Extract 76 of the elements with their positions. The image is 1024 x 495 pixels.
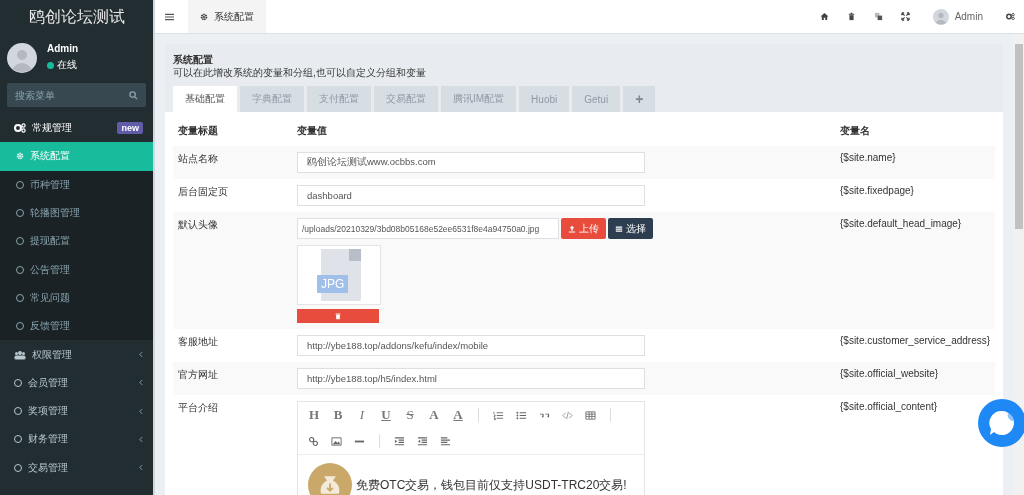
trash-icon[interactable] xyxy=(846,12,856,21)
field-label: 后台固定页 xyxy=(177,185,229,199)
field-label: 客服地址 xyxy=(177,335,219,349)
chevron-left-icon xyxy=(139,351,143,358)
menu-item[interactable]: 币种管理 xyxy=(0,170,153,199)
input-field[interactable]: /uploads/20210329/3bd08b05168e52ee6531f8e4a94750a0.jpg xyxy=(297,218,559,239)
menu-item[interactable]: 轮播图管理 xyxy=(0,198,153,228)
choose-button[interactable]: 选择 xyxy=(608,218,653,239)
upload-button[interactable]: 上传 xyxy=(561,218,606,239)
field-label: 站点名称 xyxy=(177,152,219,166)
menu-item[interactable]: 常见问题 xyxy=(0,283,153,313)
user-status: 在线 xyxy=(57,58,77,72)
format-button[interactable]: A xyxy=(424,407,444,423)
variable-name: {$site.official_website} xyxy=(840,368,940,379)
trash-icon xyxy=(334,312,342,320)
field-label: 默认头像 xyxy=(177,218,219,232)
gears-icon xyxy=(14,123,26,134)
column-header: 变量名 xyxy=(840,123,870,138)
fullscreen-icon[interactable] xyxy=(900,12,910,21)
panel-description: 可以在此增改系统的变量和分组,也可以自定义分组和变量 xyxy=(173,66,427,79)
editor-text: 免费OTC交易，钱包目前仅支持USDT-TRC20交易! xyxy=(356,476,627,494)
menu-item[interactable]: 公告管理 xyxy=(0,255,153,284)
format-button[interactable]: B xyxy=(328,407,348,423)
page-tab[interactable]: 系统配置 xyxy=(188,0,266,33)
format-button[interactable]: A xyxy=(448,407,468,423)
list-icon xyxy=(615,224,623,233)
scrollbar[interactable] xyxy=(1013,34,1024,495)
new-badge: new xyxy=(117,122,143,135)
chevron-left-icon xyxy=(139,435,143,443)
chevron-left-icon xyxy=(139,379,143,387)
menu-icon[interactable] xyxy=(165,12,174,21)
input-field[interactable]: http://ybe188.top/addons/kefu/index/mobile xyxy=(297,335,645,356)
menu-item[interactable]: 反馈管理 xyxy=(0,312,153,341)
jpg-file-icon: JPG xyxy=(317,249,361,301)
users-icon xyxy=(14,349,26,360)
variable-name: {$site.fixedpage} xyxy=(840,185,915,196)
input-field[interactable]: 鸥创论坛测试www.ocbbs.com xyxy=(297,152,645,173)
variable-name: {$site.name} xyxy=(840,152,897,163)
gears-icon[interactable] xyxy=(1006,12,1015,21)
field-label: 官方网址 xyxy=(177,368,219,382)
input-field[interactable]: http://ybe188.top/h5/index.html xyxy=(297,368,645,389)
gear-icon xyxy=(200,12,208,21)
input-field[interactable]: dashboard xyxy=(297,185,645,206)
menu-item[interactable]: 常规管理 new xyxy=(0,114,153,143)
home-icon[interactable] xyxy=(819,12,829,21)
variable-name: {$site.customer_service_address} xyxy=(840,335,992,346)
rich-text-editor[interactable]: H B I U S A A 免费OTC交易，钱包目前仅支持USDT-TRC20交易! xyxy=(297,401,645,495)
menu-item[interactable]: 奖项管理 xyxy=(0,396,153,426)
search-field[interactable]: 搜索菜单 xyxy=(7,83,146,107)
format-button[interactable]: U xyxy=(376,407,396,423)
variable-name: {$site.official_content} xyxy=(840,401,939,412)
user-name: Admin xyxy=(47,43,79,54)
avatar-icon xyxy=(7,42,37,73)
site-logo-title: 鸥创论坛测试 xyxy=(27,7,126,27)
money-bag-icon xyxy=(308,463,352,495)
format-button[interactable]: S xyxy=(400,407,420,423)
column-header: 变量值 xyxy=(297,123,328,138)
panel-title: 系统配置 xyxy=(173,54,214,66)
field-label: 平台介绍 xyxy=(177,401,219,415)
config-tab[interactable]: 基础配置 xyxy=(173,86,237,112)
chevron-left-icon xyxy=(139,407,143,415)
variable-name: {$site.default_head_image} xyxy=(840,218,963,229)
format-button[interactable]: H xyxy=(304,407,324,423)
column-header: 变量标题 xyxy=(177,123,219,138)
menu-item[interactable]: 交易管理 xyxy=(0,453,153,482)
chat-bubble-icon[interactable] xyxy=(978,399,1024,447)
user-name[interactable]: Admin xyxy=(954,11,983,22)
menu-item[interactable]: 会员管理 xyxy=(0,368,153,397)
menu-item[interactable]: 权限管理 xyxy=(0,340,153,369)
search-icon xyxy=(129,90,138,100)
menu-item[interactable]: 财务管理 xyxy=(0,425,153,454)
upload-icon xyxy=(568,224,576,233)
chevron-left-icon xyxy=(139,464,143,472)
gear-icon xyxy=(16,152,24,161)
menu-item[interactable]: 提现配置 xyxy=(0,227,153,256)
format-button[interactable]: I xyxy=(352,407,372,423)
